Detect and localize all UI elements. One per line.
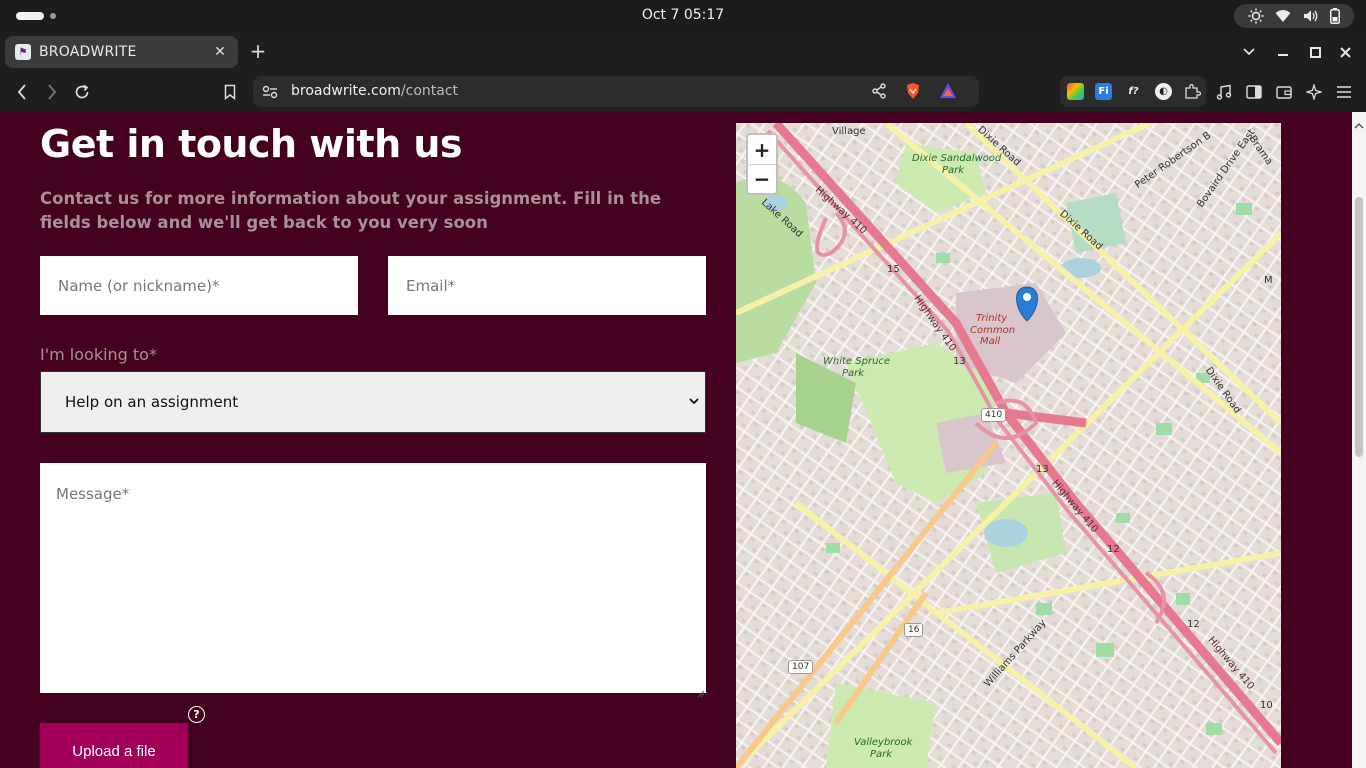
minimize-window-icon[interactable] [1273,42,1293,62]
wifi-icon [1275,9,1291,23]
extensions-area: Fi f? ◐ [1060,76,1206,107]
map-label: 12 [1107,544,1120,555]
map-label: Common [970,325,1016,336]
map-label: Park [942,165,965,176]
help-icon[interactable]: ? [188,706,205,723]
tab-title: BROADWRITE [39,44,137,60]
new-tab-button[interactable]: + [248,41,268,62]
message-placeholder: Message* [56,485,130,503]
wallet-icon[interactable] [1274,82,1294,102]
page-title: Get in touch with us [40,122,463,166]
map-label: 13 [953,356,966,367]
location-map[interactable]: + − Village Dixie Road Dixie Sandalwood … [736,123,1281,768]
formula-extension-icon[interactable]: f? [1125,83,1142,100]
forward-icon[interactable] [42,82,62,102]
url-path: /contact [400,83,459,99]
extensions-puzzle-icon[interactable] [1184,83,1202,104]
highway-shield: 410 [981,408,1007,422]
map-label: 15 [887,264,900,275]
browser-toolbar: broadwrite.com/contact Fi f? ◐ [0,72,1366,112]
share-icon[interactable] [871,83,887,103]
highway-shield: 107 [788,660,814,674]
menu-hamburger-icon[interactable] [1334,82,1354,102]
map-label: 13 [1036,464,1049,475]
looking-to-label: I'm looking to* [40,345,157,364]
map-label: 12 [1187,619,1200,630]
zoom-out-button[interactable]: − [748,164,776,193]
resize-handle-icon[interactable] [697,684,705,698]
os-top-bar: Oct 7 05:17 [0,0,1366,32]
map-label: Dixie Sandalwood [912,153,1002,164]
map-label: Trinity [976,313,1008,324]
chevron-down-icon [687,394,701,408]
brightness-icon [1248,8,1264,24]
system-tray[interactable] [1234,4,1354,28]
close-window-icon[interactable] [1335,42,1355,62]
zoom-controls: + − [746,133,778,195]
page-subtitle: Contact us for more information about yo… [40,189,662,232]
contact-page: Get in touch with us Contact us for more… [0,112,1366,768]
battery-icon [1330,8,1341,24]
fi-extension-icon[interactable]: Fi [1095,83,1112,100]
os-clock[interactable]: Oct 7 05:17 [0,7,1366,23]
scroll-up-icon[interactable] [1354,115,1364,129]
map-label: 10 [1260,700,1273,711]
url-host: broadwrite.com [291,83,401,99]
map-label: M [1264,275,1273,286]
upload-file-button[interactable]: Upload a file [40,723,188,768]
bookmark-icon[interactable] [220,82,240,102]
scrollbar-thumb[interactable] [1355,197,1363,457]
site-info-icon[interactable] [262,84,278,103]
tab-search-chevron-icon[interactable] [1239,42,1259,62]
leo-ai-icon[interactable] [1304,82,1324,102]
name-input[interactable] [40,256,358,315]
map-tiles [736,123,1281,768]
brave-rewards-icon[interactable] [939,82,957,104]
maximize-window-icon[interactable] [1305,42,1325,62]
message-textarea[interactable]: Message* [40,463,706,698]
sidebar-toggle-icon[interactable] [1244,82,1264,102]
colorzilla-extension-icon[interactable] [1067,83,1084,100]
dark-mode-extension-icon[interactable]: ◐ [1155,83,1172,100]
map-label: Park [842,368,865,379]
close-tab-icon[interactable]: ✕ [212,44,228,60]
email-input[interactable] [388,256,706,315]
map-label: Park [870,749,893,760]
volume-icon [1303,9,1319,23]
map-label: Mall [980,336,1001,347]
broadwrite-favicon-icon: ⚑ [15,44,31,60]
looking-to-select[interactable]: Help on an assignment [40,371,706,433]
highway-shield: 16 [904,623,924,637]
media-music-icon[interactable] [1214,82,1234,102]
address-bar[interactable]: broadwrite.com/contact [253,76,979,107]
looking-to-value: Help on an assignment [65,393,239,411]
url-text: broadwrite.com/contact [291,83,458,99]
tab-strip: ⚑ BROADWRITE ✕ + [0,32,1366,72]
zoom-in-button[interactable]: + [748,135,776,164]
map-label: White Spruce [823,356,891,367]
tab-broadwrite[interactable]: ⚑ BROADWRITE ✕ [5,36,238,68]
page-scrollbar[interactable] [1352,112,1366,768]
reload-icon[interactable] [72,82,92,102]
map-label: Village [832,126,866,137]
map-label: Valleybrook [854,737,913,748]
brave-shields-icon[interactable] [905,82,921,104]
back-icon[interactable] [12,82,32,102]
